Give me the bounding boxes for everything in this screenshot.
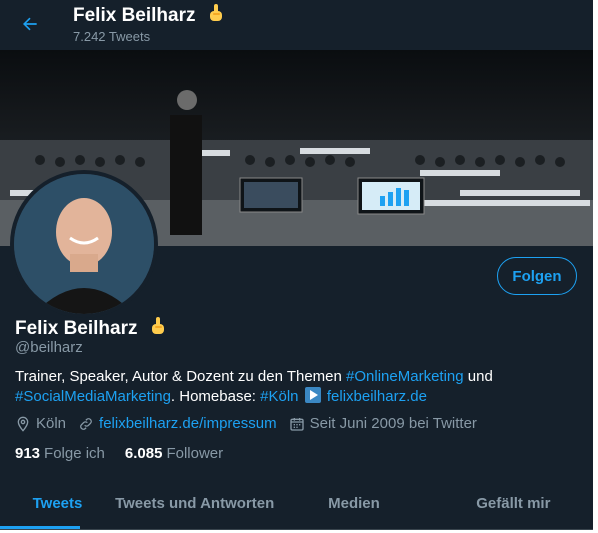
joined-item: Seit Juni 2009 bei Twitter: [289, 415, 477, 432]
header-name: Felix Beilharz: [73, 5, 196, 27]
profile-bio: Trainer, Speaker, Autor & Dozent zu den …: [15, 367, 575, 407]
hashtag-link[interactable]: #Köln: [260, 388, 298, 405]
website-link[interactable]: felixbeilharz.de: [327, 388, 427, 405]
profile-handle: @beilharz: [15, 339, 83, 356]
follow-button[interactable]: Folgen: [497, 257, 577, 295]
joined-text: Seit Juni 2009 bei Twitter: [309, 415, 477, 432]
profile-avatar[interactable]: [10, 170, 158, 318]
tab-likes[interactable]: Gefällt mir: [434, 478, 593, 529]
following-label: Folge ich: [44, 445, 105, 462]
profile-header-bar: Felix Beilharz 7.242 Tweets: [0, 0, 593, 50]
profile-tabs: Tweets Tweets und Antworten Medien Gefäl…: [0, 478, 593, 530]
followers-count: 6.085: [124, 445, 163, 462]
bio-text: und: [463, 368, 493, 385]
back-arrow-icon: [23, 17, 37, 31]
back-button[interactable]: [16, 10, 44, 38]
link-icon: [80, 417, 92, 430]
hashtag-link[interactable]: #SocialMediaMarketing: [15, 388, 171, 405]
profile-display-name: Felix Beilharz: [15, 318, 138, 340]
bio-text: . Homebase:: [170, 388, 261, 405]
pointing-finger-emoji-icon: [149, 316, 167, 342]
profile-url-link[interactable]: felixbeilharz.de/impressum: [99, 415, 277, 432]
bio-text: Trainer, Speaker, Autor & Dozent zu den …: [15, 368, 347, 385]
url-item: felixbeilharz.de/impressum: [78, 415, 277, 432]
header-title: Felix Beilharz: [73, 3, 225, 29]
location-text: Köln: [36, 415, 67, 432]
follow-stats: 913 Folge ich 6.085 Follower: [15, 445, 243, 462]
tab-tweets[interactable]: Tweets: [0, 478, 115, 529]
pointing-finger-emoji-icon: [207, 3, 225, 29]
hashtag-link[interactable]: #OnlineMarketing: [346, 368, 464, 385]
tab-media[interactable]: Medien: [274, 478, 433, 529]
location-item: Köln: [15, 415, 66, 432]
tweet-count: 7.242 Tweets: [73, 29, 151, 44]
tab-tweets-and-replies[interactable]: Tweets und Antworten: [115, 478, 274, 529]
followers-label: Follower: [166, 445, 224, 462]
followers-stat[interactable]: 6.085 Follower: [125, 445, 223, 462]
profile-meta: Köln felixbeilharz.de/impressum Seit Jun…: [15, 415, 489, 432]
following-count: 913: [15, 445, 41, 462]
calendar-icon: [289, 417, 304, 431]
location-pin-icon: [17, 416, 29, 432]
play-button-emoji-icon: [304, 387, 321, 403]
profile-page: Felix Beilharz 7.242 Tweets Folgen Felix…: [0, 0, 593, 530]
following-stat[interactable]: 913 Folge ich: [15, 445, 105, 462]
